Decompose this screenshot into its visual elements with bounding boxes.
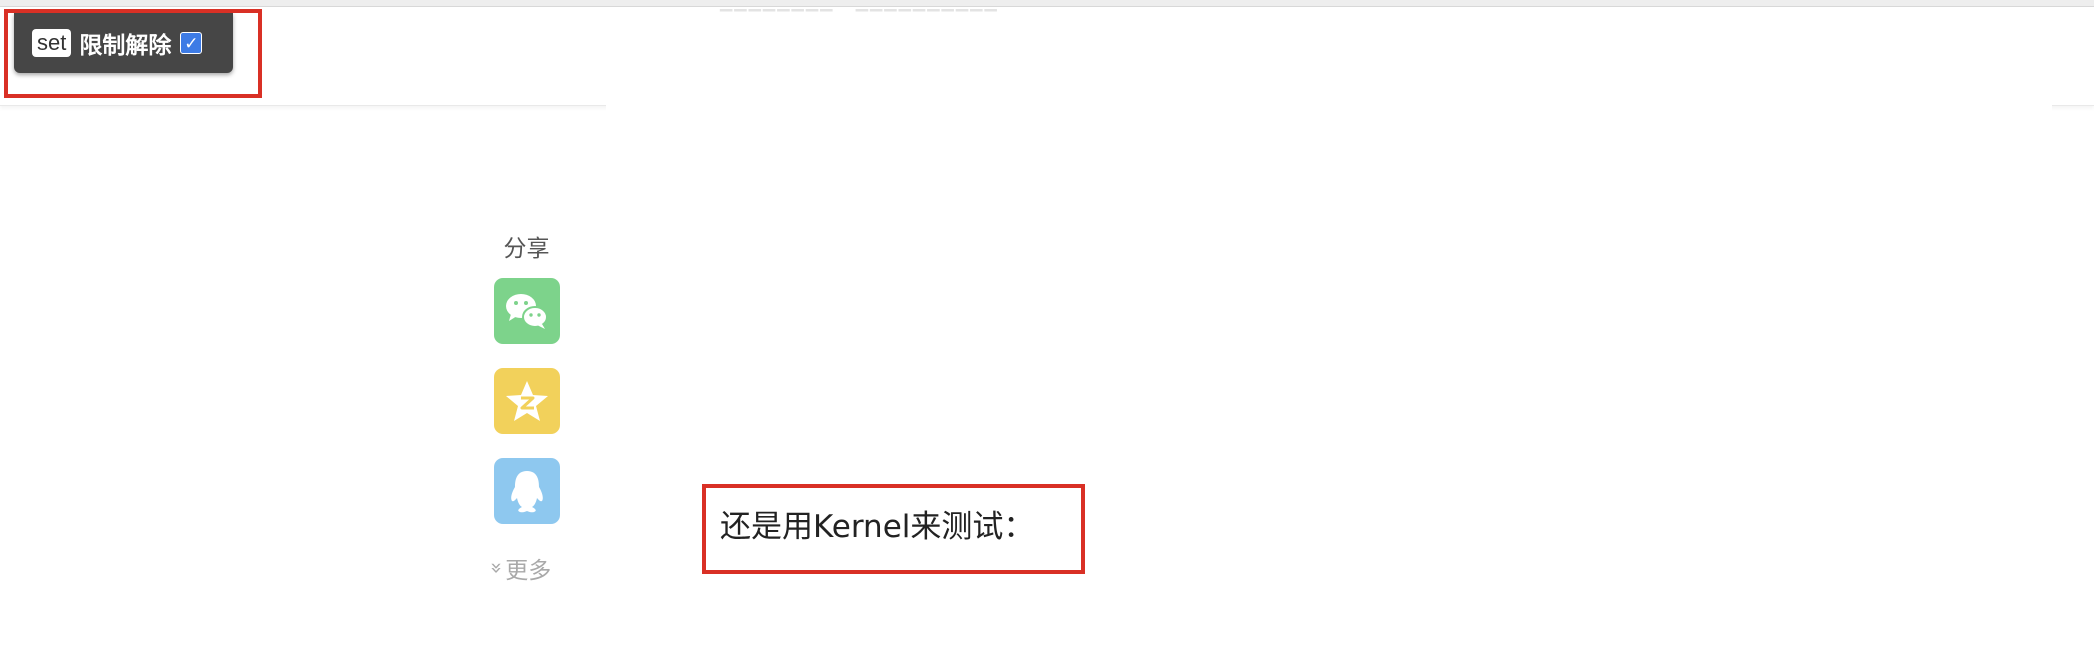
wechat-icon [506, 294, 548, 329]
share-title: 分享 [503, 236, 550, 262]
highlight-box-text [702, 484, 1085, 574]
highlight-box-widget [4, 9, 262, 98]
share-qzone-button[interactable] [494, 368, 560, 434]
share-wechat-button[interactable] [494, 278, 560, 344]
content-panel [606, 105, 2052, 658]
header-bar: ▔▔▔▔▔▔▔▔ ▔▔▔▔▔▔▔▔▔▔ [0, 7, 2094, 106]
double-chevron-down-icon: » [485, 561, 510, 575]
qq-penguin-icon [511, 471, 543, 513]
qzone-star-icon [506, 381, 548, 421]
share-more-label: 更多 [505, 558, 552, 584]
share-qq-button[interactable] [494, 458, 560, 524]
share-more-link[interactable]: » 更多 [485, 551, 552, 585]
top-border [0, 0, 2094, 7]
header-faded-text: ▔▔▔▔▔▔▔▔ ▔▔▔▔▔▔▔▔▔▔ [720, 9, 999, 28]
